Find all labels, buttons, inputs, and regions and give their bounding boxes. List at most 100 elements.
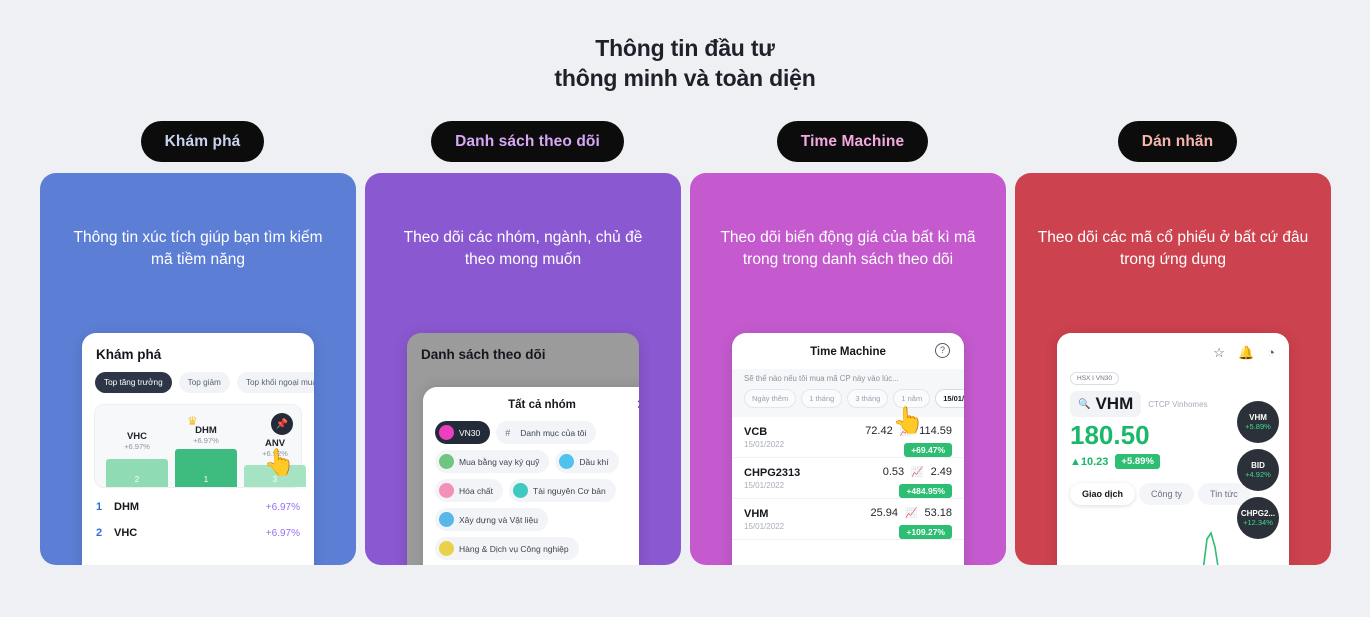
ticker-bubble-chpg[interactable]: CHPG2... +12.34% [1237,497,1279,539]
time-machine-header: Time Machine ? [732,333,964,369]
help-icon[interactable]: ? [935,343,950,358]
filter-1-thang[interactable]: 1 tháng [801,389,843,408]
trend-up-icon: 📈 [899,425,913,437]
star-icon[interactable]: ☆ [1213,345,1225,361]
phone-screen-title: Khám phá [96,347,162,362]
tab-cong-ty[interactable]: Công ty [1139,483,1195,505]
tab-giao-dich[interactable]: Giao dịch [1070,483,1136,505]
row-pct-badge: +484.95% [899,484,952,498]
group-chip-vay-ky-quy[interactable]: Mua bằng vay ký quỹ [435,450,550,473]
group-dot-icon [439,454,454,469]
list-item[interactable]: 1 DHM +6.97% [96,494,300,520]
price-change-value: ▲10.23 [1070,455,1109,468]
filter-date-selected[interactable]: 15/01/2022 [935,389,964,408]
group-chip-tai-nguyen[interactable]: Tài nguyên Cơ bản [509,479,616,502]
rank-number: 2 [96,527,103,539]
group-chip-hoa-chat[interactable]: Hóa chất [435,479,504,502]
feature-tab-bar: Khám phá Danh sách theo dõi Time Machine… [0,121,1370,162]
tab-kham-pha[interactable]: Khám phá [140,121,265,162]
filter-ngay-them[interactable]: Ngày thêm [744,389,797,408]
sheet-title: Tất cả nhóm [508,399,576,411]
row-prices: 0.53 📈 2.49 [883,466,952,478]
tab-slot-1: Khám phá [40,121,365,162]
row-price-to: 114.59 [919,425,952,437]
bar-rank-1: 1 [175,449,237,487]
phone-screen-title: Danh sách theo dõi [421,347,546,362]
filter-3-thang[interactable]: 3 tháng [847,389,889,408]
trend-up-icon: 📈 [905,507,918,519]
group-dot-icon [439,483,454,498]
bell-icon[interactable]: 🔔 [1238,345,1254,361]
row-price-from: 25.94 [870,507,899,519]
filter-chip-row: Top tăng trưởng Top giảm Top khối ngoại … [82,372,314,393]
row-prices: 72.42 📈 114.59 [865,425,952,437]
group-label: Tài nguyên Cơ bản [533,485,606,496]
ticker-bubble-bid[interactable]: BID +4.92% [1237,449,1279,491]
table-row[interactable]: VHM 15/01/2022 25.94 📈 53.18 +109.27% [732,499,964,540]
tab-slot-3: Time Machine [690,121,1015,162]
filter-1-nam[interactable]: 1 năm [893,389,931,408]
row-pct-badge: +69.47% [904,443,952,457]
group-chip-danh-muc[interactable]: # Danh mục của tôi [496,421,597,444]
tab-time-machine[interactable]: Time Machine [776,121,929,162]
card-caption: Theo dõi biến động giá của bất kì mã tro… [720,229,976,268]
row-price-from: 72.42 [865,425,893,437]
chip-top-giam[interactable]: Top giảm [178,372,230,393]
trend-up-icon: 📈 [911,466,924,478]
feature-card-kham-pha[interactable]: Thông tin xúc tích giúp bạn tìm kiếm mã … [40,173,356,565]
sheet-header: Tất cả nhóm ✕ [423,387,639,421]
company-name: CTCP Vinhomes [1148,399,1208,409]
tag-icon[interactable]: ◔ [1267,345,1275,361]
bar-group: 2 1 3 [95,403,306,487]
price-change-badge: +5.89% [1115,454,1160,469]
feature-card-dan-nhan[interactable]: Theo dõi các mã cổ phiếu ở bất cứ đâu tr… [1015,173,1331,565]
group-chip-vn30[interactable]: VN30 [435,421,491,444]
group-picker-sheet: Tất cả nhóm ✕ VN30 # Danh mục của tôi [423,387,639,565]
bubble-pct: +4.92% [1245,470,1271,479]
table-row[interactable]: VCB 15/01/2022 72.42 📈 114.59 +69.47% [732,417,964,458]
bubble-symbol: VHM [1249,413,1267,422]
phone-mockup-kham-pha: Khám phá Top tăng trưởng Top giảm Top kh… [82,333,314,565]
page-title: Thông tin đầu tư thông minh và toàn diện [0,0,1370,94]
ticker-bubble-vhm[interactable]: VHM +5.89% [1237,401,1279,443]
hash-icon: # [505,427,511,438]
bar-rank-2: 2 [106,459,168,487]
bubble-symbol: CHPG2... [1240,509,1276,518]
group-label: Hóa chất [459,485,494,496]
group-chip-cong-nghiep[interactable]: Hàng & Dịch vụ Công nghiệp [435,537,579,560]
symbol-search-box[interactable]: 🔍 VHM [1070,391,1142,417]
group-label: Dầu khí [579,456,609,467]
tab-danh-sach-theo-doi[interactable]: Danh sách theo dõi [431,121,624,162]
close-icon[interactable]: ✕ [636,397,639,413]
row-prices: 25.94 📈 53.18 [870,507,952,519]
top-movers-list: 1 DHM +6.97% 2 VHC +6.97% [82,488,314,546]
feature-card-danh-sach[interactable]: Theo dõi các nhóm, ngành, chủ đề theo mo… [365,173,681,565]
bubble-pct: +5.89% [1245,422,1271,431]
phone-screen-title: Time Machine [810,346,886,358]
group-chip-dau-khi[interactable]: Dầu khí [555,450,619,473]
card-caption: Theo dõi các mã cổ phiếu ở bất cứ đâu tr… [1037,229,1309,268]
group-chip-xay-dung[interactable]: Xây dựng và Vật liệu [435,508,548,531]
bar-rank-3: 3 [244,465,306,487]
page-title-line1: Thông tin đầu tư [595,35,775,61]
phone-mockup-time-machine: Time Machine ? Sẽ thế nào nếu tôi mua mã… [732,333,964,565]
group-dot-icon [439,512,454,527]
rank-number: 1 [96,501,103,513]
row-price-from: 0.53 [882,466,905,478]
quick-action-icons: ☆ 🔔 ◔ [1057,333,1289,367]
feature-card-time-machine[interactable]: Theo dõi biến động giá của bất kì mã tro… [690,173,1006,565]
row-price-to: 53.18 [924,507,952,519]
rank-value: +6.97% [265,501,300,513]
bubble-pct: +12.34% [1243,518,1273,527]
row-price-to: 2.49 [930,466,952,478]
list-item[interactable]: 2 VHC +6.97% [96,520,300,546]
table-row[interactable]: CHPG2313 15/01/2022 0.53 📈 2.49 +484.95% [732,458,964,499]
chip-top-khoi-ngoai[interactable]: Top khối ngoại mua ròng [236,372,314,393]
group-dot-icon [439,425,454,440]
time-filter-row: Ngày thêm 1 tháng 3 tháng 1 năm 15/01/20… [732,389,964,417]
tab-dan-nhan[interactable]: Dán nhãn [1117,121,1238,162]
chip-top-tang-truong[interactable]: Top tăng trưởng [95,372,172,393]
symbol-ticker: VHM [1095,394,1134,413]
group-label: VN30 [459,427,481,438]
group-label: Xây dựng và Vật liệu [459,514,538,525]
